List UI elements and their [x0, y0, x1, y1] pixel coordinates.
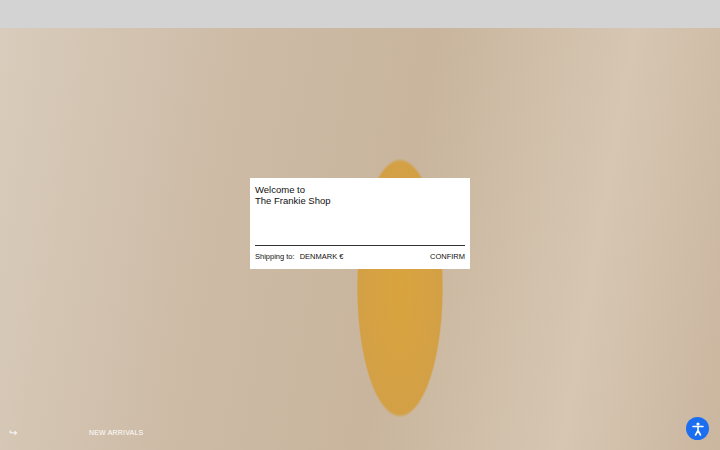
welcome-modal: Welcome toThe Frankie Shop Shipping to: DE… — [250, 178, 470, 269]
hero-footer: ↪ NEW ARRIVALS — [9, 427, 143, 438]
arrow-icon[interactable]: ↪ — [9, 427, 17, 438]
shipping-row: Shipping to: DENMARK € CONFIRM — [255, 245, 465, 269]
country-selector[interactable]: DENMARK € — [300, 252, 344, 261]
accessibility-icon — [690, 421, 706, 437]
page: Welcome toThe Frankie Shop Shipping to: DE… — [0, 0, 720, 450]
new-arrivals-link[interactable]: NEW ARRIVALS — [89, 429, 143, 436]
hero-photo: Welcome toThe Frankie Shop Shipping to: DE… — [0, 28, 720, 450]
top-bar — [0, 0, 720, 28]
confirm-button[interactable]: CONFIRM — [430, 252, 465, 261]
accessibility-button[interactable] — [686, 417, 709, 440]
shipping-label: Shipping to: — [255, 252, 295, 261]
welcome-title: Welcome toThe Frankie Shop — [255, 184, 465, 245]
